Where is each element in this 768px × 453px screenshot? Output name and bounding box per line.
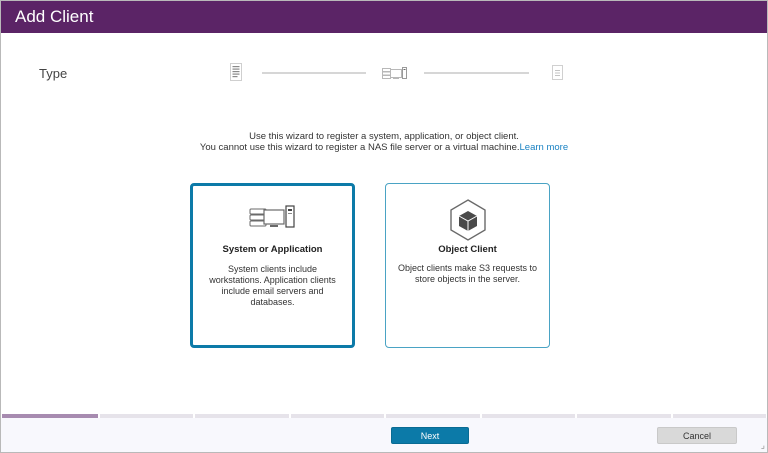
step-connector [424, 72, 529, 74]
add-client-dialog: Add Client Type Use this wizard to regis… [0, 0, 768, 453]
cube-hexagon-icon [448, 198, 488, 247]
step-connector [262, 72, 366, 74]
intro-restriction-text: You cannot use this wizard to register a… [199, 142, 520, 153]
option-description: System clients include workstations. App… [209, 264, 336, 307]
learn-more-link[interactable]: Learn more [520, 142, 569, 153]
option-card-object-client[interactable]: Object Client Object clients make S3 req… [385, 183, 550, 348]
option-description: Object clients make S3 requests to store… [397, 263, 538, 284]
option-card-system-application[interactable]: System or Application System clients inc… [190, 183, 355, 348]
document-list-icon [230, 63, 242, 86]
dialog-title: Add Client [15, 7, 94, 26]
intro-text: Use this wizard to register a system, ap… [249, 131, 519, 142]
intro-text-secondary: You cannot use this wizard to register a… [1, 142, 767, 153]
title-bar: Add Client [1, 1, 767, 33]
option-title: Object Client [438, 244, 497, 255]
resize-grip-icon[interactable]: ⌟ [761, 440, 765, 451]
option-title: System or Application [222, 244, 323, 255]
dialog-footer: Next Cancel ⌟ [1, 418, 767, 452]
next-button[interactable]: Next [391, 427, 469, 444]
cancel-button[interactable]: Cancel [657, 427, 737, 444]
document-icon [552, 65, 563, 85]
server-devices-icon [249, 204, 297, 235]
step-label: Type [39, 66, 68, 81]
server-devices-icon [382, 66, 408, 85]
